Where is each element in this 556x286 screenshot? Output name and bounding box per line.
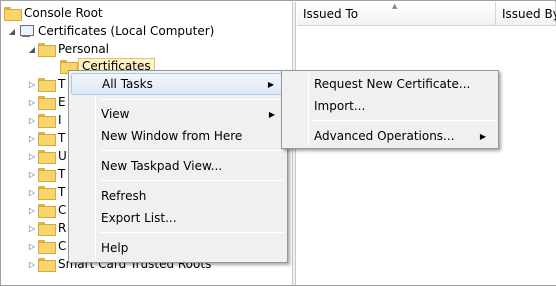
menu-item-new-taskpad-view[interactable]: New Taskpad View...: [71, 155, 285, 177]
column-header-issued-to[interactable]: Issued To ▲: [297, 2, 496, 26]
menu-separator: [99, 232, 285, 233]
menu-item-label: All Tasks: [102, 77, 153, 91]
column-header-issued-by[interactable]: Issued By: [496, 2, 556, 26]
tree-node-label: U: [58, 149, 67, 163]
menu-item-label: New Taskpad View...: [101, 159, 223, 173]
tree-node-label: T: [58, 131, 66, 145]
menu-separator: [99, 180, 285, 181]
expanded-arrow-icon[interactable]: ◢: [26, 45, 38, 54]
collapsed-arrow-icon[interactable]: ▷: [26, 188, 38, 197]
menu-item-advanced-operations[interactable]: Advanced Operations... ▶: [284, 125, 496, 147]
collapsed-arrow-icon[interactable]: ▷: [26, 206, 38, 215]
folder-icon: [38, 258, 56, 272]
menu-item-request-new-certificate[interactable]: Request New Certificate...: [284, 73, 496, 95]
menu-item-label: Export List...: [101, 211, 177, 225]
folder-icon: [38, 240, 56, 254]
collapsed-arrow-icon[interactable]: ▷: [26, 152, 38, 161]
menu-separator: [99, 150, 285, 151]
sort-ascending-icon: ▲: [392, 2, 398, 10]
menu-item-view[interactable]: View ▶: [71, 103, 285, 125]
collapsed-arrow-icon[interactable]: ▷: [26, 116, 38, 125]
column-header-label: Issued By: [502, 6, 556, 21]
tree-node-label: R: [58, 221, 67, 235]
tree-node-personal[interactable]: ◢ Personal: [26, 40, 109, 58]
column-header-label: Issued To: [303, 6, 359, 21]
tree-node-label: T: [58, 77, 66, 91]
tree-node-partial[interactable]: ▷ T: [26, 129, 65, 147]
tree-node-partial[interactable]: ▷ E: [26, 93, 66, 111]
menu-item-label: Advanced Operations...: [314, 129, 455, 143]
collapsed-arrow-icon[interactable]: ▷: [26, 260, 38, 269]
menu-separator: [312, 120, 496, 121]
menu-item-label: Import...: [314, 99, 366, 113]
menu-separator: [99, 99, 285, 100]
menu-item-label: Request New Certificate...: [314, 77, 471, 91]
submenu-arrow-icon: ▶: [479, 131, 486, 141]
collapsed-arrow-icon[interactable]: ▷: [26, 224, 38, 233]
menu-item-label: View: [101, 107, 130, 121]
collapsed-arrow-icon[interactable]: ▷: [26, 242, 38, 251]
tree-node-partial[interactable]: ▷ T: [26, 165, 65, 183]
submenu-arrow-icon: ▶: [267, 79, 274, 89]
folder-icon: [38, 204, 56, 218]
menu-item-all-tasks[interactable]: All Tasks ▶: [71, 73, 285, 95]
menu-item-refresh[interactable]: Refresh: [71, 185, 285, 207]
collapsed-arrow-icon[interactable]: ▷: [26, 134, 38, 143]
menu-item-label: Help: [101, 241, 129, 255]
tree-node-label: E: [58, 95, 66, 109]
folder-icon: [38, 222, 56, 236]
folder-icon: [38, 150, 56, 164]
tree-node-partial[interactable]: ▷ I: [26, 111, 62, 129]
menu-item-help[interactable]: Help: [71, 237, 285, 259]
expanded-arrow-icon[interactable]: ◢: [6, 27, 18, 36]
tree-node-label: T: [58, 167, 66, 181]
tree-node-label: Console Root: [24, 6, 103, 20]
tree-node-partial[interactable]: ▷ T: [26, 183, 65, 201]
all-tasks-submenu: Request New Certificate... Import... Adv…: [281, 70, 499, 149]
tree-node-console-root[interactable]: Console Root: [4, 4, 103, 22]
folder-icon: [38, 132, 56, 146]
folder-icon: [38, 43, 56, 57]
menu-item-label: New Window from Here: [101, 129, 243, 143]
folder-icon: [38, 78, 56, 92]
tree-node-label: I: [58, 113, 62, 127]
tree-node-partial[interactable]: ▷ C: [26, 237, 66, 255]
folder-icon: [38, 186, 56, 200]
tree-node-label: Certificates (Local Computer): [38, 24, 215, 38]
folder-icon: [38, 96, 56, 110]
folder-icon: [38, 114, 56, 128]
collapsed-arrow-icon[interactable]: ▷: [26, 98, 38, 107]
context-menu: All Tasks ▶ View ▶ New Window from Here …: [68, 70, 288, 263]
tree-node-label: T: [58, 185, 66, 199]
tree-node-partial[interactable]: ▷ R: [26, 219, 66, 237]
tree-node-label: Personal: [58, 42, 110, 56]
tree-node-partial[interactable]: ▷ C: [26, 201, 66, 219]
tree-node-label: C: [58, 239, 67, 253]
menu-item-export-list[interactable]: Export List...: [71, 207, 285, 229]
submenu-arrow-icon: ▶: [268, 109, 275, 119]
folder-icon: [4, 7, 22, 21]
collapsed-arrow-icon[interactable]: ▷: [26, 80, 38, 89]
tree-node-partial[interactable]: ▷ U: [26, 147, 67, 165]
menu-item-label: Refresh: [101, 189, 147, 203]
collapsed-arrow-icon[interactable]: ▷: [26, 170, 38, 179]
menu-item-import[interactable]: Import...: [284, 95, 496, 117]
computer-certificate-icon: [18, 24, 34, 38]
folder-icon: [38, 168, 56, 182]
tree-node-label: C: [58, 203, 67, 217]
menu-item-new-window[interactable]: New Window from Here: [71, 125, 285, 147]
tree-node-certificates-local[interactable]: ◢ Certificates (Local Computer): [6, 22, 214, 40]
tree-node-partial[interactable]: ▷ T: [26, 75, 65, 93]
